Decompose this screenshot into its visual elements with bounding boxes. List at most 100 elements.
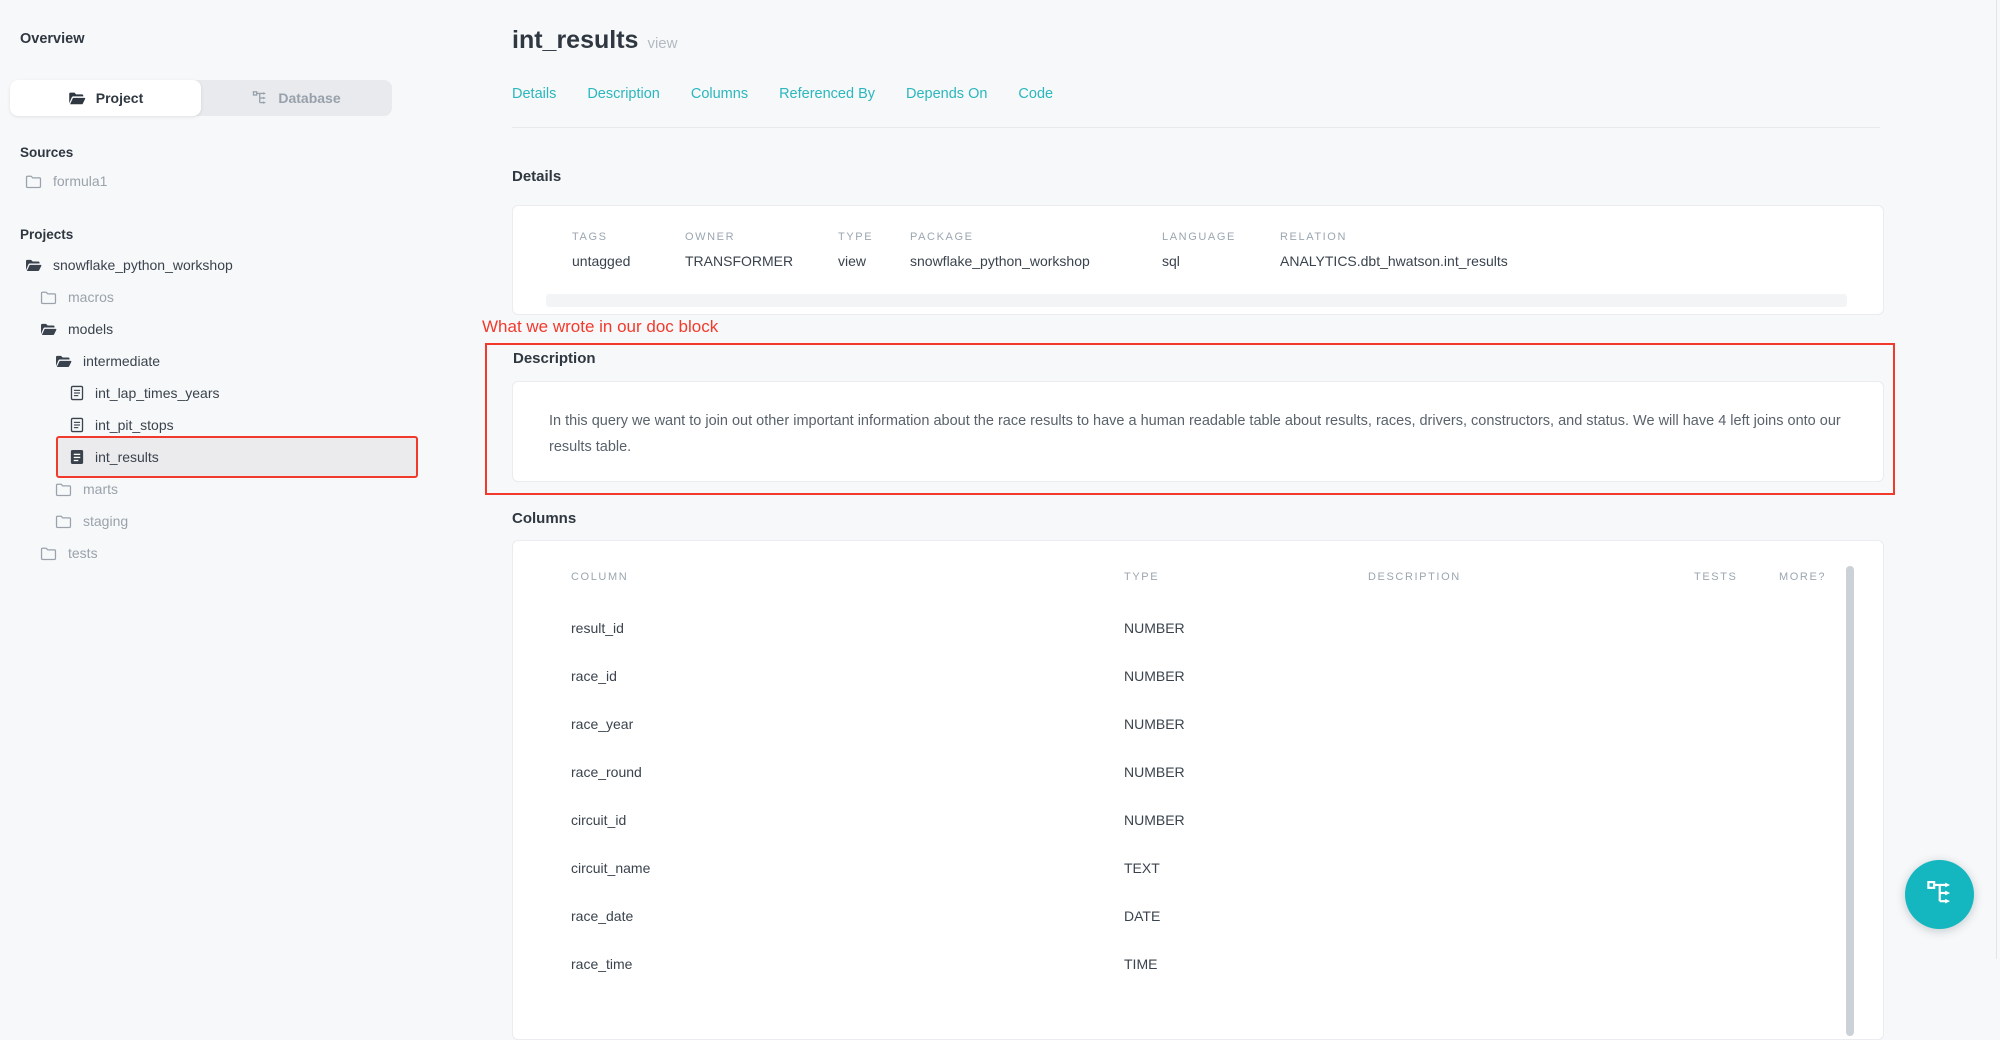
sidebar-item-staging[interactable]: staging <box>0 505 470 537</box>
column-header-more: MORE? <box>1779 571 1833 583</box>
detail-field-label: RELATION <box>1280 231 1883 243</box>
detail-field-package: PACKAGE snowflake_python_workshop <box>910 231 1162 269</box>
detail-field-value: TRANSFORMER <box>685 253 838 269</box>
details-heading: Details <box>512 168 561 185</box>
lineage-graph-fab[interactable] <box>1905 860 1974 929</box>
lineage-icon <box>1925 878 1955 911</box>
folder-open-icon <box>68 91 86 106</box>
columns-table-header: COLUMNTYPEDESCRIPTIONTESTSMORE? <box>513 541 1883 583</box>
folder-closed-icon <box>25 174 42 189</box>
sidebar-item-formula1[interactable]: formula1 <box>0 165 470 197</box>
detail-field-value: view <box>838 253 910 269</box>
sidebar-item-label: tests <box>68 545 98 561</box>
sidebar-item-macros[interactable]: macros <box>0 281 470 313</box>
detail-field-type: TYPE view <box>838 231 910 269</box>
sidebar: Overview Project Database Sources formul… <box>0 0 480 959</box>
folder-closed-icon <box>55 514 72 529</box>
sidebar-item-tests[interactable]: tests <box>0 537 470 569</box>
overview-link[interactable]: Overview <box>20 31 85 47</box>
detail-field-label: PACKAGE <box>910 231 1162 243</box>
view-toggle: Project Database <box>10 80 392 116</box>
cell-column: race_year <box>571 716 1124 732</box>
cell-type: TIME <box>1124 956 1368 972</box>
file-icon <box>70 385 84 401</box>
detail-field-label: TAGS <box>572 231 685 243</box>
sidebar-item-int_results[interactable]: int_results <box>56 436 418 478</box>
detail-field-label: OWNER <box>685 231 838 243</box>
detail-field-owner: OWNER TRANSFORMER <box>685 231 838 269</box>
sources-heading: Sources <box>20 145 73 160</box>
sources-tree: formula1 <box>0 165 470 197</box>
table-row[interactable]: race_idNUMBER <box>513 652 1883 700</box>
column-header-description: DESCRIPTION <box>1368 571 1694 583</box>
table-row[interactable]: race_dateDATE <box>513 892 1883 940</box>
sidebar-item-models[interactable]: models <box>0 313 470 345</box>
table-row[interactable]: race_timeTIME <box>513 940 1883 988</box>
tab-depends-on[interactable]: Depends On <box>906 86 987 102</box>
tab-code[interactable]: Code <box>1018 86 1053 102</box>
column-header-column: COLUMN <box>571 571 1124 583</box>
cell-column: circuit_id <box>571 812 1124 828</box>
sidebar-item-marts[interactable]: marts <box>0 473 470 505</box>
sidebar-item-label: models <box>68 321 113 337</box>
tab-details[interactable]: Details <box>512 86 556 102</box>
sidebar-item-label: int_results <box>95 449 159 465</box>
table-row[interactable]: race_yearNUMBER <box>513 700 1883 748</box>
columns-table-body: result_idNUMBERrace_idNUMBERrace_yearNUM… <box>513 604 1883 988</box>
cell-type: NUMBER <box>1124 812 1368 828</box>
cell-column: race_round <box>571 764 1124 780</box>
cell-type: NUMBER <box>1124 668 1368 684</box>
cell-column: race_time <box>571 956 1124 972</box>
file-solid-icon <box>70 449 84 465</box>
sidebar-item-label: staging <box>83 513 128 529</box>
details-placeholder-strip <box>546 294 1847 307</box>
detail-field-value: ANALYTICS.dbt_hwatson.int_results <box>1280 253 1883 269</box>
description-card: In this query we want to join out other … <box>512 381 1884 482</box>
tab-description[interactable]: Description <box>587 86 660 102</box>
project-toggle-button[interactable]: Project <box>10 80 201 116</box>
folder-open-icon <box>40 322 57 337</box>
detail-field-relation: RELATION ANALYTICS.dbt_hwatson.int_result… <box>1280 231 1883 269</box>
sidebar-item-label: formula1 <box>53 173 107 189</box>
details-card: TAGSuntaggedOWNERTRANSFORMERTYPEviewPACK… <box>512 205 1884 315</box>
page-title: int_results <box>512 26 638 55</box>
sidebar-item-int_lap_times_years[interactable]: int_lap_times_years <box>0 377 470 409</box>
lineage-icon <box>252 90 268 106</box>
cell-type: NUMBER <box>1124 764 1368 780</box>
tab-referenced-by[interactable]: Referenced By <box>779 86 875 102</box>
folder-open-icon <box>55 354 72 369</box>
anchor-tabs: Details Description Columns Referenced By De… <box>512 86 1053 102</box>
cell-column: result_id <box>571 620 1124 636</box>
main-content: int_results view Details Description Colum… <box>480 0 2000 959</box>
sidebar-item-label: int_pit_stops <box>95 417 174 433</box>
description-body: In this query we want to join out other … <box>513 382 1883 460</box>
folder-closed-icon <box>55 482 72 497</box>
sidebar-item-label: intermediate <box>83 353 160 369</box>
annotation-text: What we wrote in our doc block <box>482 317 718 337</box>
column-header-type: TYPE <box>1124 571 1368 583</box>
cell-type: NUMBER <box>1124 620 1368 636</box>
table-row[interactable]: result_idNUMBER <box>513 604 1883 652</box>
database-toggle-label: Database <box>278 90 340 106</box>
tab-columns[interactable]: Columns <box>691 86 748 102</box>
detail-field-label: LANGUAGE <box>1162 231 1280 243</box>
resource-type-badge: view <box>647 35 677 52</box>
projects-heading: Projects <box>20 227 73 242</box>
table-row[interactable]: circuit_idNUMBER <box>513 796 1883 844</box>
detail-field-label: TYPE <box>838 231 910 243</box>
detail-field-language: LANGUAGEsql <box>1162 231 1280 269</box>
folder-open-icon <box>25 258 42 273</box>
sidebar-item-snowflake_python_workshop[interactable]: snowflake_python_workshop <box>0 249 470 281</box>
detail-field-value: snowflake_python_workshop <box>910 253 1162 269</box>
sidebar-item-intermediate[interactable]: intermediate <box>0 345 470 377</box>
sidebar-item-label: int_lap_times_years <box>95 385 220 401</box>
sidebar-item-label: snowflake_python_workshop <box>53 257 233 273</box>
database-toggle-button[interactable]: Database <box>201 80 392 116</box>
table-row[interactable]: circuit_nameTEXT <box>513 844 1883 892</box>
columns-heading: Columns <box>512 510 576 527</box>
tabs-separator <box>512 127 1880 128</box>
cell-type: NUMBER <box>1124 716 1368 732</box>
table-scrollbar[interactable] <box>1846 566 1854 1036</box>
table-row[interactable]: race_roundNUMBER <box>513 748 1883 796</box>
description-heading: Description <box>513 350 596 367</box>
